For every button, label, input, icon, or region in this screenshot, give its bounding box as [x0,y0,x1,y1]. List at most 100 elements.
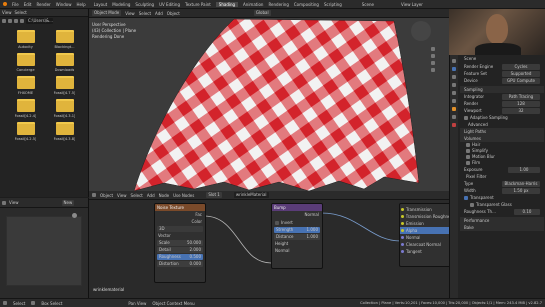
section-sampling[interactable]: Sampling [460,86,544,93]
tab-compositing[interactable]: Compositing [294,2,319,7]
property-value[interactable]: Cycles [502,63,540,70]
property-value[interactable]: 128 [502,100,540,107]
pixel-filter-subsection[interactable]: Pixel Filter [460,173,544,180]
adaptive-checkbox[interactable] [464,115,468,120]
bump-input-height[interactable]: Height [272,240,322,247]
transparent-row[interactable]: Transparent [460,194,544,201]
folder-item[interactable]: Concierge [6,53,45,72]
ip-menu-view[interactable]: View [9,200,19,205]
world-tab-icon[interactable] [452,99,456,103]
property-value[interactable]: Supported [502,70,540,77]
editor-type-icon[interactable] [2,200,6,205]
material-tab-icon[interactable] [452,123,456,127]
noise-field-scale[interactable]: Scale 50.000 [157,240,203,246]
invert-checkbox[interactable] [275,220,279,225]
tab-scripting[interactable]: Scripting [324,2,342,7]
bsdf-socket[interactable]: Transmission [400,206,449,213]
node-editor[interactable]: Object View Select Add Node Use Nodes Sl… [89,191,449,298]
folder-item[interactable]: FHXOME [6,76,45,95]
noise-dimension-dropdown[interactable]: 3D [157,226,203,232]
scene-tab-icon[interactable] [452,91,456,95]
bump-output-normal[interactable]: Normal [272,211,322,219]
roughness-field[interactable]: 0.10 [514,208,540,215]
transform-orientation[interactable]: Global [253,10,271,16]
zoom-view-icon[interactable] [431,47,435,51]
transparent-glass-checkbox[interactable] [470,202,474,207]
property-row[interactable]: Render 128 [460,100,544,107]
section-light-paths[interactable]: Light Paths [460,128,544,135]
folder-item[interactable]: Fossil[4.2.4] [6,99,45,118]
view-layer-tab-icon[interactable] [452,83,456,87]
checkbox-icon[interactable] [466,155,470,159]
property-row[interactable]: Device GPU Compute [460,77,544,84]
tab-rendering[interactable]: Rendering [268,2,288,7]
noise-field-detail[interactable]: Detail 2.000 [157,247,203,253]
menu-window[interactable]: Window [56,2,72,7]
checkbox-icon[interactable] [466,149,470,153]
bsdf-socket[interactable]: Alpha [400,227,449,234]
tab-animation[interactable]: Animation [243,2,263,7]
property-row[interactable]: Type Blackman-Harris [460,180,544,187]
folder-item[interactable]: Downloads [45,53,84,72]
bump-node[interactable]: Bump Normal Invert Strength 1.000 Distance… [271,203,323,269]
roughness-threshold-row[interactable]: Roughness Th... 0.10 [460,208,544,215]
checkbox-icon[interactable] [466,143,470,147]
vp-menu-select[interactable]: Select [139,11,151,16]
bsdf-socket[interactable]: Normal [400,234,449,241]
section-performance[interactable]: Performance [460,217,544,224]
parent-dir-icon[interactable] [14,19,18,23]
object-tab-icon[interactable] [452,107,456,111]
zoom-icon[interactable] [72,213,77,218]
tab-layout[interactable]: Layout [94,2,108,7]
object-mode-dropdown[interactable]: Object Mode [92,10,122,16]
camera-view-icon[interactable] [431,61,435,65]
view-layer-selector[interactable]: View Layer [401,2,423,7]
property-row[interactable]: Integrator Path Tracing [460,93,544,100]
section-volumes[interactable]: Volumes [460,135,544,142]
render-tab-icon[interactable] [452,67,456,71]
path-field[interactable]: C:\Users\&... [26,18,53,24]
bsdf-socket[interactable]: Clearcoat Normal [400,241,449,248]
noise-node-header[interactable]: Noise Texture [155,204,205,211]
principled-bsdf-node[interactable]: Transmission Transmission Roughness Emissi… [399,203,449,267]
folder-item[interactable]: Blockingt... [45,30,84,49]
property-value[interactable]: Blackman-Harris [502,180,540,187]
noise-field-distortion[interactable]: Distortion 0.000 [157,261,203,267]
pan-view-icon[interactable] [431,54,435,58]
noise-input-vector[interactable]: Vector [155,233,205,239]
folder-item[interactable]: Fossil[4.3.1] [45,99,84,118]
back-icon[interactable] [2,19,6,23]
adaptive-sampling-row[interactable]: Adaptive Sampling [460,114,544,121]
property-row[interactable]: Render Engine Cycles [460,63,544,70]
property-row[interactable]: Width 1.50 px [460,187,544,194]
menu-render[interactable]: Render [36,2,50,7]
tab-texture-paint[interactable]: Texture Paint [185,2,211,7]
tab-sculpting[interactable]: Sculpting [135,2,154,7]
blender-logo-icon[interactable] [3,2,7,6]
tab-uv-editing[interactable]: UV Editing [159,2,180,7]
property-row[interactable]: Viewport 32 [460,107,544,114]
preview-canvas[interactable] [6,216,82,286]
transparent-checkbox[interactable] [464,195,468,200]
noise-texture-node[interactable]: Noise Texture Fac Color 3D Vector Scale 5… [154,203,206,283]
vp-menu-add[interactable]: Add [155,11,163,16]
tool-tab-icon[interactable] [452,59,456,63]
output-tab-icon[interactable] [452,75,456,79]
bsdf-socket[interactable]: Tangent [400,248,449,255]
bsdf-socket[interactable]: Transmission Roughness [400,213,449,220]
property-value[interactable]: GPU Compute [502,77,540,84]
viewport-3d[interactable]: Object Mode View Select Add Object Globa… [89,9,449,191]
menu-help[interactable]: Help [76,2,85,7]
noise-output-fac[interactable]: Fac [155,211,202,218]
vp-menu-object[interactable]: Object [167,11,180,16]
ortho-view-icon[interactable] [431,68,435,72]
folder-item[interactable]: Autocity [6,30,45,49]
fb-menu-select[interactable]: Select [15,10,27,15]
vp-menu-view[interactable]: View [125,11,135,16]
refresh-icon[interactable] [20,19,24,23]
advanced-subsection[interactable]: Advanced [460,121,544,128]
bsdf-socket[interactable]: Emission [400,220,449,227]
new-image-button[interactable]: New [61,199,75,206]
forward-icon[interactable] [8,19,12,23]
bump-input-normal[interactable]: Normal [272,247,322,254]
